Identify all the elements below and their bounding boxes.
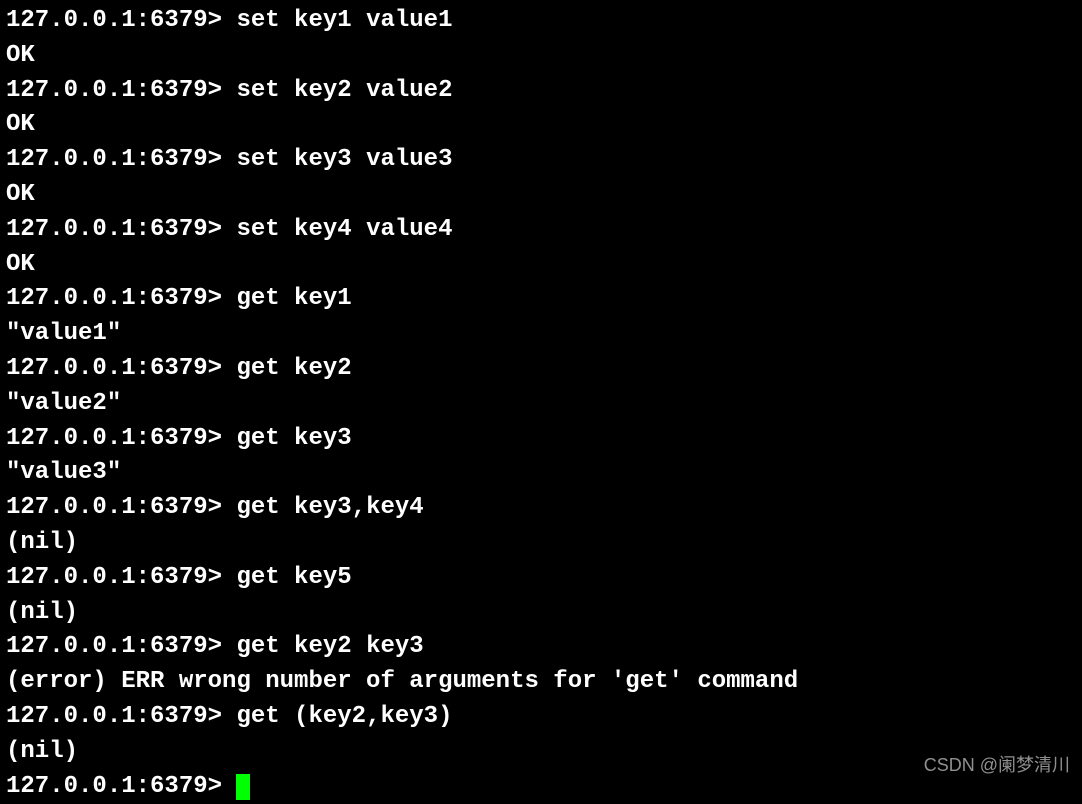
terminal-line: 127.0.0.1:6379> get (key2,key3) (6, 700, 1076, 735)
prompt-text: 127.0.0.1:6379> (6, 773, 236, 800)
command-text: get (key2,key3) (222, 703, 452, 730)
prompt-text: 127.0.0.1:6379> (6, 285, 222, 312)
prompt-text: 127.0.0.1:6379> (6, 425, 222, 452)
output-text: (nil) (6, 599, 78, 626)
command-text: get key2 (222, 355, 352, 382)
output-text: (error) ERR wrong number of arguments fo… (6, 668, 798, 695)
terminal-line: 127.0.0.1:6379> get key1 (6, 282, 1076, 317)
output-text: OK (6, 111, 35, 138)
output-text: (nil) (6, 529, 78, 556)
prompt-text: 127.0.0.1:6379> (6, 703, 222, 730)
prompt-text: 127.0.0.1:6379> (6, 633, 222, 660)
terminal-line: OK (6, 39, 1076, 74)
terminal-line: (nil) (6, 735, 1076, 770)
command-text: get key3 (222, 425, 352, 452)
terminal-line: OK (6, 178, 1076, 213)
command-text: set key2 value2 (222, 77, 452, 104)
command-text: set key4 value4 (222, 216, 452, 243)
prompt-text: 127.0.0.1:6379> (6, 216, 222, 243)
prompt-text: 127.0.0.1:6379> (6, 564, 222, 591)
cursor-block[interactable] (236, 774, 250, 800)
terminal-line: 127.0.0.1:6379> get key3,key4 (6, 491, 1076, 526)
terminal-line: 127.0.0.1:6379> get key2 (6, 352, 1076, 387)
prompt-text: 127.0.0.1:6379> (6, 494, 222, 521)
terminal-line: "value2" (6, 387, 1076, 422)
command-text: get key5 (222, 564, 352, 591)
terminal-line: 127.0.0.1:6379> (6, 770, 1076, 804)
output-text: OK (6, 42, 35, 69)
prompt-text: 127.0.0.1:6379> (6, 77, 222, 104)
terminal-line: OK (6, 248, 1076, 283)
terminal-line: 127.0.0.1:6379> set key2 value2 (6, 74, 1076, 109)
output-text: "value1" (6, 320, 121, 347)
terminal-line: 127.0.0.1:6379> get key2 key3 (6, 630, 1076, 665)
watermark-text: CSDN @阑梦清川 (924, 752, 1070, 778)
terminal-line: 127.0.0.1:6379> set key1 value1 (6, 4, 1076, 39)
output-text: (nil) (6, 738, 78, 765)
prompt-text: 127.0.0.1:6379> (6, 7, 222, 34)
command-text: get key1 (222, 285, 352, 312)
output-text: OK (6, 181, 35, 208)
prompt-text: 127.0.0.1:6379> (6, 146, 222, 173)
output-text: "value2" (6, 390, 121, 417)
output-text: "value3" (6, 459, 121, 486)
prompt-text: 127.0.0.1:6379> (6, 355, 222, 382)
terminal-line: 127.0.0.1:6379> set key4 value4 (6, 213, 1076, 248)
terminal-line: (nil) (6, 526, 1076, 561)
terminal-line: "value1" (6, 317, 1076, 352)
command-text: set key1 value1 (222, 7, 452, 34)
terminal-line: "value3" (6, 456, 1076, 491)
terminal-line: 127.0.0.1:6379> get key5 (6, 561, 1076, 596)
terminal-line: (error) ERR wrong number of arguments fo… (6, 665, 1076, 700)
command-text: set key3 value3 (222, 146, 452, 173)
terminal-line: OK (6, 108, 1076, 143)
terminal-line: (nil) (6, 596, 1076, 631)
output-text: OK (6, 251, 35, 278)
command-text: get key3,key4 (222, 494, 424, 521)
terminal-output[interactable]: 127.0.0.1:6379> set key1 value1OK127.0.0… (6, 4, 1076, 804)
terminal-line: 127.0.0.1:6379> set key3 value3 (6, 143, 1076, 178)
terminal-line: 127.0.0.1:6379> get key3 (6, 422, 1076, 457)
command-text: get key2 key3 (222, 633, 424, 660)
